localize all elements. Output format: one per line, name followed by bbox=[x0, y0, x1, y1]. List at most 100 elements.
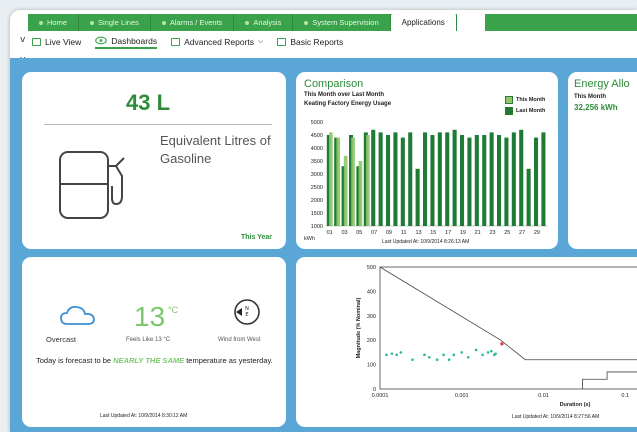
subnav-advanced-reports[interactable]: Advanced Reports ⌵ bbox=[171, 37, 263, 47]
bar-this-month bbox=[358, 161, 363, 226]
tab-analysis[interactable]: Analysis bbox=[234, 14, 294, 31]
tab-label: Single Lines bbox=[98, 18, 139, 27]
forecast-highlight: NEARLY THE SAME bbox=[113, 356, 185, 365]
data-point bbox=[385, 353, 388, 357]
legend-this-month: This Month bbox=[505, 96, 545, 104]
gasoline-card[interactable]: 43 L Equivalent Litres of Gasoline This … bbox=[22, 72, 286, 249]
bar-last-month bbox=[437, 132, 442, 226]
legend-last-month: Last Month bbox=[505, 107, 545, 115]
subnav-label: Advanced Reports bbox=[184, 37, 255, 47]
y-tick-label: 500 bbox=[367, 265, 376, 271]
y-axis-label: Magnitude (% Nominal) bbox=[356, 297, 362, 358]
y-tick-label: 300 bbox=[367, 314, 376, 320]
chart-subtitle: Keating Factory Energy Usage bbox=[304, 101, 392, 107]
subnav-label: Basic Reports bbox=[290, 37, 344, 47]
x-tick-label: 0.0001 bbox=[372, 393, 389, 399]
x-axis-label: Duration (s) bbox=[560, 402, 591, 408]
tab-applications[interactable]: Applications bbox=[390, 14, 457, 31]
bar-last-month bbox=[511, 132, 516, 226]
y-tick-label: 200 bbox=[367, 338, 376, 344]
bar-last-month bbox=[415, 168, 420, 226]
x-tick-label: 07 bbox=[371, 230, 377, 236]
last-updated: Last Updated At: 10/9/2014 8:27:56 AM bbox=[512, 414, 600, 420]
tab-label: Applications bbox=[401, 18, 445, 27]
feels-like: Feels Like 13 °C bbox=[126, 337, 171, 343]
weather-card[interactable]: 13 °C N E Overcast Feels Like 13 °C Wind… bbox=[22, 257, 286, 427]
x-tick-label: 29 bbox=[534, 230, 540, 236]
energy-allocation-card[interactable]: Energy Allo This Month 32,256 kWh bbox=[568, 72, 637, 249]
bar-last-month bbox=[541, 132, 546, 226]
last-updated: Last Updated At: 10/9/2014 8:30:12 AM bbox=[100, 413, 188, 419]
bullet-icon bbox=[245, 20, 250, 25]
tab-label: Home bbox=[47, 18, 68, 27]
power-quality-card[interactable]: 0 100 200 300 400 500 0.0001 0.001 0.01 0.1 Magnit… bbox=[296, 257, 637, 427]
data-point bbox=[474, 348, 478, 352]
bar-last-month bbox=[534, 137, 539, 226]
tab-system-supervision[interactable]: System Supervision bbox=[293, 14, 391, 31]
data-point bbox=[466, 355, 470, 359]
tab-single-lines[interactable]: Single Lines bbox=[79, 14, 151, 31]
tab-alarms-events[interactable]: Alarms / Events bbox=[151, 14, 235, 31]
y-tick-label: 3500 bbox=[311, 159, 323, 165]
bar-last-month bbox=[386, 135, 391, 226]
x-tick-label: 27 bbox=[519, 230, 525, 236]
x-tick-label: 13 bbox=[415, 230, 421, 236]
data-point bbox=[411, 358, 414, 362]
bar-this-month bbox=[329, 132, 333, 226]
x-tick-label: 19 bbox=[460, 230, 466, 236]
data-point bbox=[442, 353, 445, 357]
y-tick-label: 1500 bbox=[311, 211, 323, 217]
bar-this-month bbox=[366, 135, 370, 226]
chart-title: Comparison bbox=[304, 78, 364, 90]
bar-chart: 1000 1500 2000 2500 3000 3500 4000 4500 5000 01 03… bbox=[311, 120, 548, 236]
x-tick-label: 23 bbox=[489, 230, 495, 236]
report-icon bbox=[277, 38, 287, 46]
y-tick-label: 4500 bbox=[311, 133, 323, 139]
legend-swatch bbox=[505, 96, 513, 104]
subnav-label: Dashboards bbox=[111, 35, 158, 46]
temperature: 13 bbox=[134, 301, 166, 332]
x-tick-label: 05 bbox=[356, 230, 362, 236]
y-tick-label: 4000 bbox=[311, 146, 323, 152]
forecast-pre: Today is forecast to be bbox=[36, 356, 114, 365]
plot-area bbox=[379, 266, 637, 390]
x-tick-label: 21 bbox=[475, 230, 481, 236]
forecast-post: temperature as yesterday. bbox=[184, 356, 273, 365]
bar-last-month bbox=[519, 129, 524, 226]
bullet-icon bbox=[39, 20, 43, 25]
comparison-card[interactable]: Comparison This Month over Last Month Ke… bbox=[296, 72, 558, 249]
bar-last-month bbox=[423, 132, 428, 226]
x-tick-label: 25 bbox=[504, 230, 510, 236]
data-point bbox=[452, 353, 456, 357]
data-point bbox=[460, 351, 464, 354]
y-tick-label: 400 bbox=[367, 289, 376, 295]
forecast-text: Today is forecast to be NEARLY THE SAME … bbox=[36, 356, 276, 366]
bar-last-month bbox=[452, 129, 457, 226]
bar-this-month bbox=[336, 137, 341, 226]
chart-legend: This Month Last Month bbox=[505, 96, 545, 118]
data-point bbox=[494, 352, 497, 355]
x-tick-label: 0.001 bbox=[455, 393, 469, 399]
x-tick-label: 15 bbox=[430, 230, 436, 236]
subnav-basic-reports[interactable]: Basic Reports bbox=[277, 37, 343, 47]
bar-last-month bbox=[393, 132, 398, 226]
bullet-icon bbox=[90, 20, 95, 25]
svg-text:E: E bbox=[245, 312, 248, 318]
top-navigation: Home Single Lines Alarms / Events Analys… bbox=[28, 14, 457, 31]
scatter-chart: 01002003004005000.0001 0.001 0.01 0.1Magnit… bbox=[356, 265, 637, 408]
chevron-down-icon[interactable]: v bbox=[20, 35, 25, 45]
data-point bbox=[447, 358, 451, 362]
subnav-dashboards[interactable]: Dashboards bbox=[95, 35, 158, 49]
subnav-label: Live View bbox=[45, 37, 82, 47]
tab-label: System Supervision bbox=[312, 18, 379, 27]
bar-last-month bbox=[467, 137, 472, 226]
subnav-live-view[interactable]: Live View bbox=[32, 37, 81, 47]
cloud-icon bbox=[60, 305, 95, 325]
y-tick-label: 2000 bbox=[311, 198, 323, 204]
x-tick-label: 0.01 bbox=[538, 393, 549, 399]
report-icon bbox=[171, 38, 181, 46]
bar-last-month bbox=[400, 137, 405, 226]
tab-home[interactable]: Home bbox=[28, 14, 80, 31]
x-tick-label: 0.1 bbox=[621, 393, 629, 399]
chevron-down-icon: ⌵ bbox=[258, 38, 264, 45]
